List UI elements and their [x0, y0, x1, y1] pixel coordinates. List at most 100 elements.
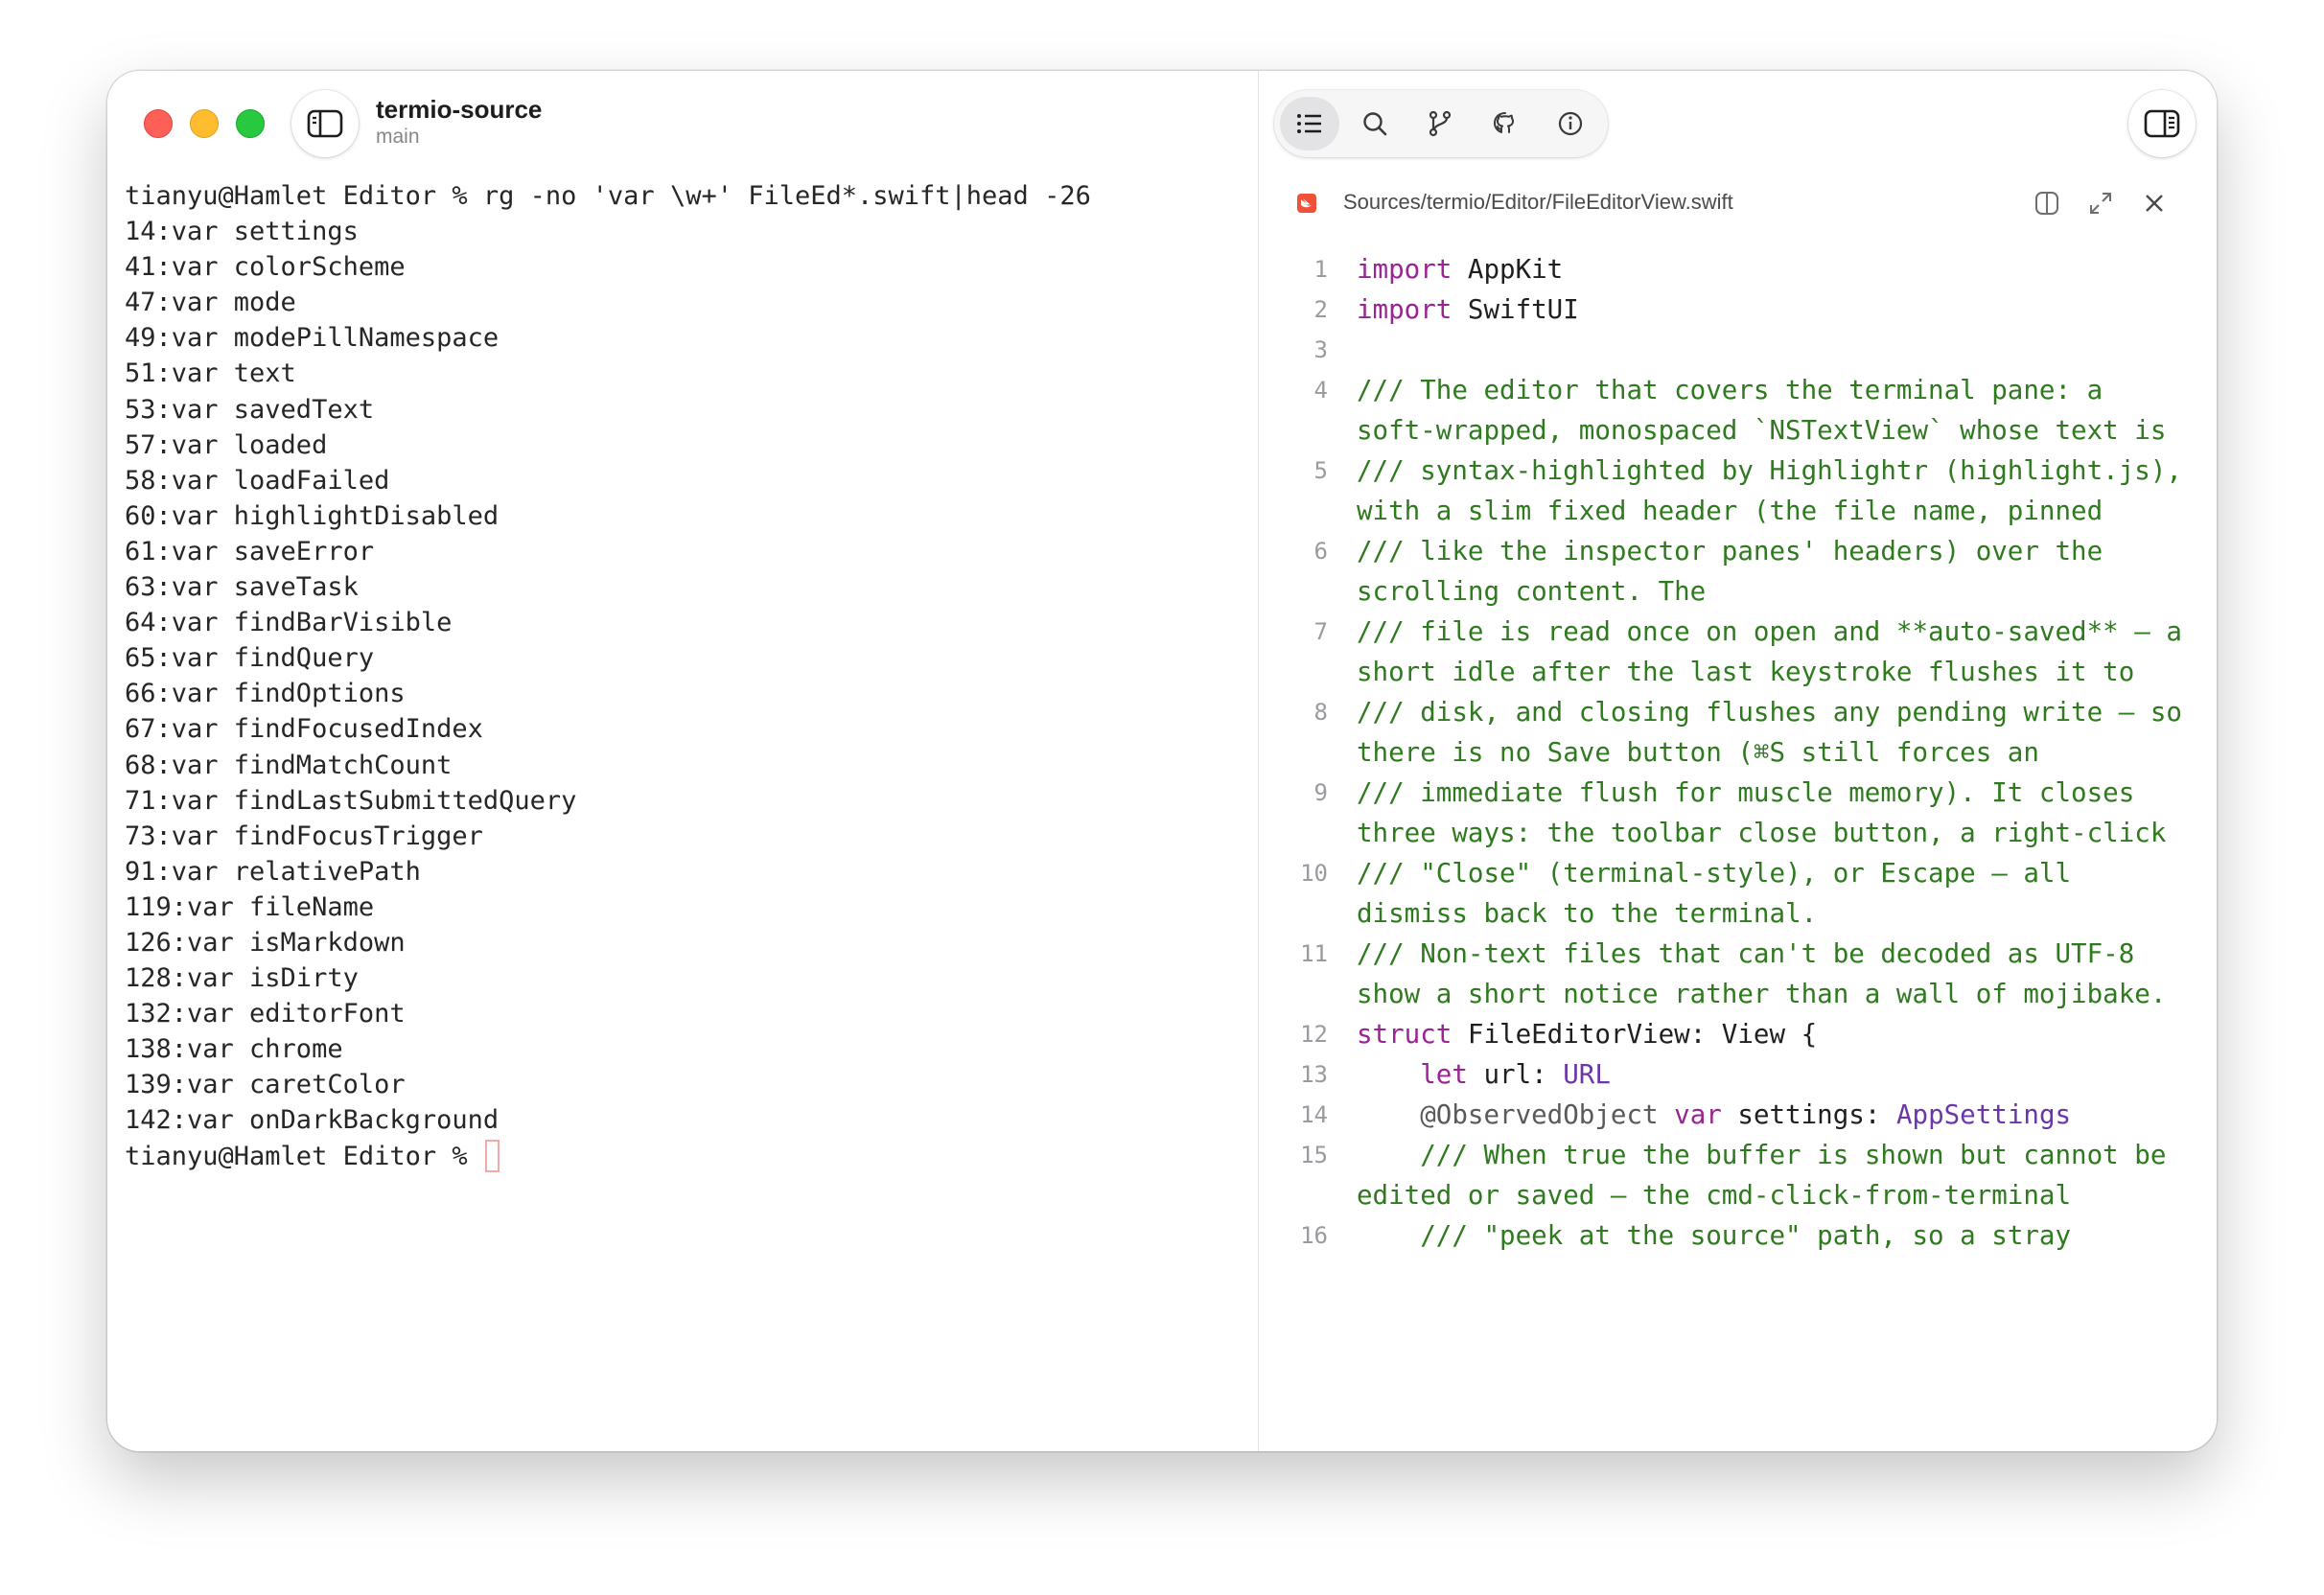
code-token: let — [1420, 1059, 1468, 1090]
terminal-line: 126:var isMarkdown — [125, 927, 406, 958]
line-number: 2 — [1313, 296, 1328, 323]
line-number: 11 — [1300, 940, 1328, 967]
code-editor[interactable]: 1 import AppKit 2 import SwiftUI 3 4 /// The … — [1259, 249, 2217, 1256]
terminal-line: 14:var settings — [125, 217, 359, 247]
terminal-line: 119:var fileName — [125, 891, 375, 922]
inspector-panel-icon — [2144, 109, 2180, 138]
terminal-prompt: tianyu@Hamlet Editor % — [125, 1141, 483, 1171]
code-token: struct — [1357, 1019, 1452, 1050]
inspector-toggle-button[interactable] — [2128, 90, 2196, 157]
terminal-line: 91:var relativePath — [125, 856, 421, 887]
terminal-line: 51:var text — [125, 358, 296, 389]
split-view-button[interactable] — [2030, 186, 2064, 220]
terminal-prompt-line: tianyu@Hamlet Editor % — [125, 1139, 1248, 1174]
code-token: /// disk, and closing flushes any pendin… — [1357, 697, 2198, 768]
code-line: 7 /// file is read once on open and **aut… — [1259, 612, 2217, 692]
terminal-line: 67:var findFocusedIndex — [125, 714, 483, 745]
close-editor-button[interactable] — [2137, 186, 2172, 220]
code-line: 5 /// syntax-highlighted by Highlightr (h… — [1259, 451, 2217, 531]
branch-icon — [1429, 110, 1452, 137]
line-number: 4 — [1313, 377, 1328, 404]
code-token: var — [1674, 1099, 1722, 1130]
info-button[interactable] — [1541, 97, 1600, 150]
code-token: /// syntax-highlighted by Highlightr (hi… — [1357, 455, 2198, 526]
terminal-line: 49:var modePillNamespace — [125, 323, 500, 354]
line-number: 6 — [1313, 538, 1328, 565]
code-text: let url: URL — [1357, 1054, 2196, 1095]
terminal-output[interactable]: tianyu@Hamlet Editor % rg -no 'var \w+' … — [125, 178, 1248, 1174]
zoom-window-button[interactable] — [236, 109, 265, 138]
sidebar-toggle-button[interactable] — [291, 90, 359, 157]
terminal-line: 73:var findFocusTrigger — [125, 821, 483, 851]
terminal-line: 47:var mode — [125, 288, 296, 318]
line-number: 8 — [1313, 699, 1328, 726]
window-title-block: termio-source main — [376, 94, 542, 150]
code-token: import — [1357, 294, 1452, 325]
code-token: url: — [1467, 1059, 1564, 1090]
code-line: 1 import AppKit — [1259, 249, 2217, 289]
search-icon — [1363, 112, 1387, 136]
info-icon — [1558, 111, 1583, 136]
code-text: struct FileEditorView: View { — [1357, 1014, 2196, 1054]
window-title: termio-source — [376, 95, 543, 124]
code-token: AppSettings — [1895, 1099, 2072, 1130]
code-token: settings: — [1721, 1099, 1896, 1130]
editor-pane: Sources/termio/Editor/FileEditorView.swi… — [1259, 71, 2217, 1451]
code-line: 10 /// "Close" (terminal-style), or Escap… — [1259, 853, 2217, 934]
search-button[interactable] — [1345, 97, 1405, 150]
terminal-line: 128:var isDirty — [125, 963, 359, 994]
close-window-button[interactable] — [144, 109, 173, 138]
terminal-line: 139:var caretColor — [125, 1070, 406, 1100]
code-text: /// Non-text files that can't be decoded… — [1357, 934, 2196, 1014]
code-text: @ObservedObject var settings: AppSetting… — [1357, 1095, 2196, 1135]
code-token: /// file is read once on open and **auto… — [1357, 616, 2198, 687]
line-number: 14 — [1300, 1101, 1328, 1128]
source-control-button[interactable] — [1410, 97, 1470, 150]
code-line: 11 /// Non-text files that can't be decod… — [1259, 934, 2217, 1014]
code-text: /// The editor that covers the terminal … — [1357, 370, 2196, 451]
file-header: Sources/termio/Editor/FileEditorView.swi… — [1259, 174, 2217, 232]
terminal-cursor — [484, 1139, 500, 1172]
line-number: 1 — [1313, 256, 1328, 283]
code-token: /// "peek at the source" path, so a stra… — [1420, 1220, 2072, 1251]
code-line: 6 /// like the inspector panes' headers) … — [1259, 531, 2217, 612]
line-number: 5 — [1313, 457, 1328, 484]
code-line: 9 /// immediate flush for muscle memory).… — [1259, 773, 2217, 853]
terminal-line: 63:var saveTask — [125, 572, 359, 603]
outline-button[interactable] — [1280, 97, 1339, 150]
minimize-window-button[interactable] — [190, 109, 219, 138]
line-number: 9 — [1313, 779, 1328, 806]
code-token: /// "Close" (terminal-style), or Escape … — [1357, 858, 2087, 929]
code-text: /// "Close" (terminal-style), or Escape … — [1357, 853, 2196, 934]
sidebar-icon — [307, 109, 343, 138]
code-text: /// immediate flush for muscle memory). … — [1357, 773, 2196, 853]
terminal-pane[interactable]: termio-source main tianyu@Hamlet Editor … — [107, 71, 1259, 1451]
terminal-line: 66:var findOptions — [125, 679, 406, 709]
list-icon — [1297, 114, 1321, 133]
line-number: 13 — [1300, 1061, 1328, 1088]
expand-button[interactable] — [2083, 186, 2118, 220]
code-text: /// syntax-highlighted by Highlightr (hi… — [1357, 451, 2196, 531]
code-line: 14 @ObservedObject var settings: AppSett… — [1259, 1095, 2217, 1135]
terminal-line: 58:var loadFailed — [125, 465, 390, 496]
code-text: /// file is read once on open and **auto… — [1357, 612, 2196, 692]
code-text: /// like the inspector panes' headers) o… — [1357, 531, 2196, 612]
window-subtitle: main — [376, 126, 420, 148]
terminal-line: 41:var colorScheme — [125, 252, 406, 283]
terminal-line: 71:var findLastSubmittedQuery — [125, 785, 577, 816]
code-token: /// The editor that covers the terminal … — [1357, 375, 2167, 446]
swift-file-icon — [1297, 194, 1316, 213]
code-token: /// Non-text files that can't be decoded… — [1357, 938, 2167, 1009]
code-line: 8 /// disk, and closing flushes any pendi… — [1259, 692, 2217, 773]
code-token: /// When true the buffer is shown but ca… — [1357, 1140, 2182, 1211]
code-line: 3 — [1259, 330, 2217, 370]
code-text: import AppKit — [1357, 249, 2196, 289]
line-number: 7 — [1313, 618, 1328, 645]
line-number: 10 — [1300, 860, 1328, 887]
github-button[interactable] — [1476, 97, 1535, 150]
